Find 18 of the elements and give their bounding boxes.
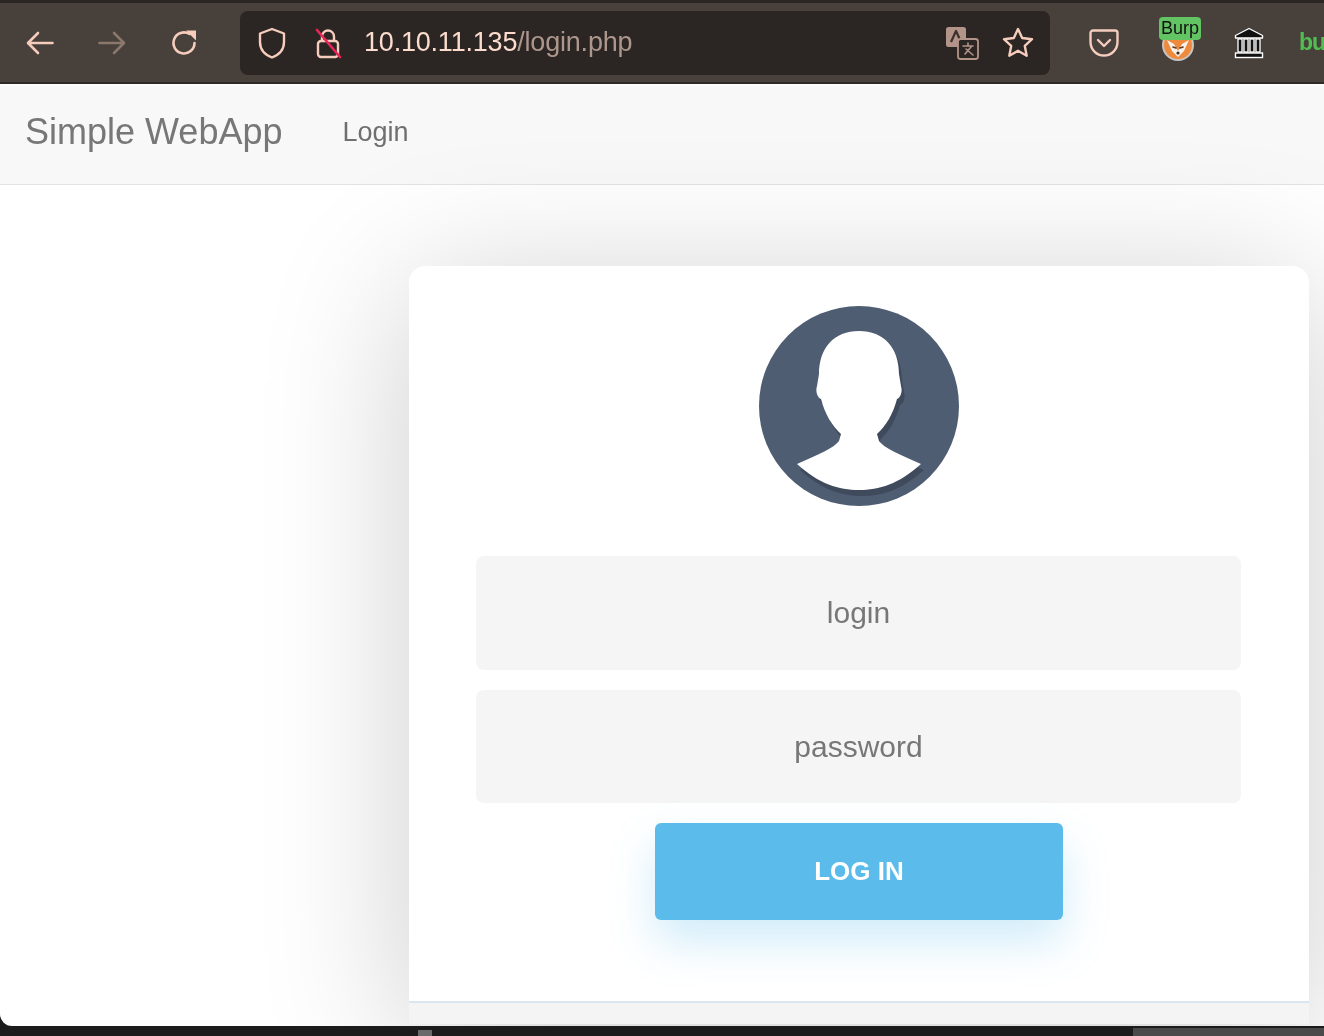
extension-label[interactable]: bu [1299, 29, 1324, 56]
app-icon [418, 1030, 432, 1036]
shield-icon[interactable] [258, 26, 286, 59]
text-field[interactable]: password [476, 690, 1241, 803]
address-bar[interactable]: 10.10.11.135/login.php [240, 10, 1050, 75]
star-icon[interactable] [1002, 27, 1034, 58]
chevron-pouch-icon[interactable] [1088, 27, 1120, 58]
back-arrow-icon[interactable] [26, 30, 54, 55]
nav-link[interactable]: Login [342, 116, 409, 148]
avatar-silhouette-icon [759, 306, 959, 506]
translate-icon[interactable] [945, 25, 979, 60]
reload-icon[interactable] [170, 28, 198, 57]
crossed-lock-icon[interactable] [314, 26, 342, 59]
site-title-link[interactable]: Simple WebApp [25, 111, 283, 153]
text-field[interactable]: login [476, 556, 1241, 670]
url-text[interactable]: 10.10.11.135/login.php [364, 27, 633, 58]
extension-badge: Burp [1159, 16, 1202, 40]
columns-building-icon[interactable] [1234, 26, 1264, 59]
